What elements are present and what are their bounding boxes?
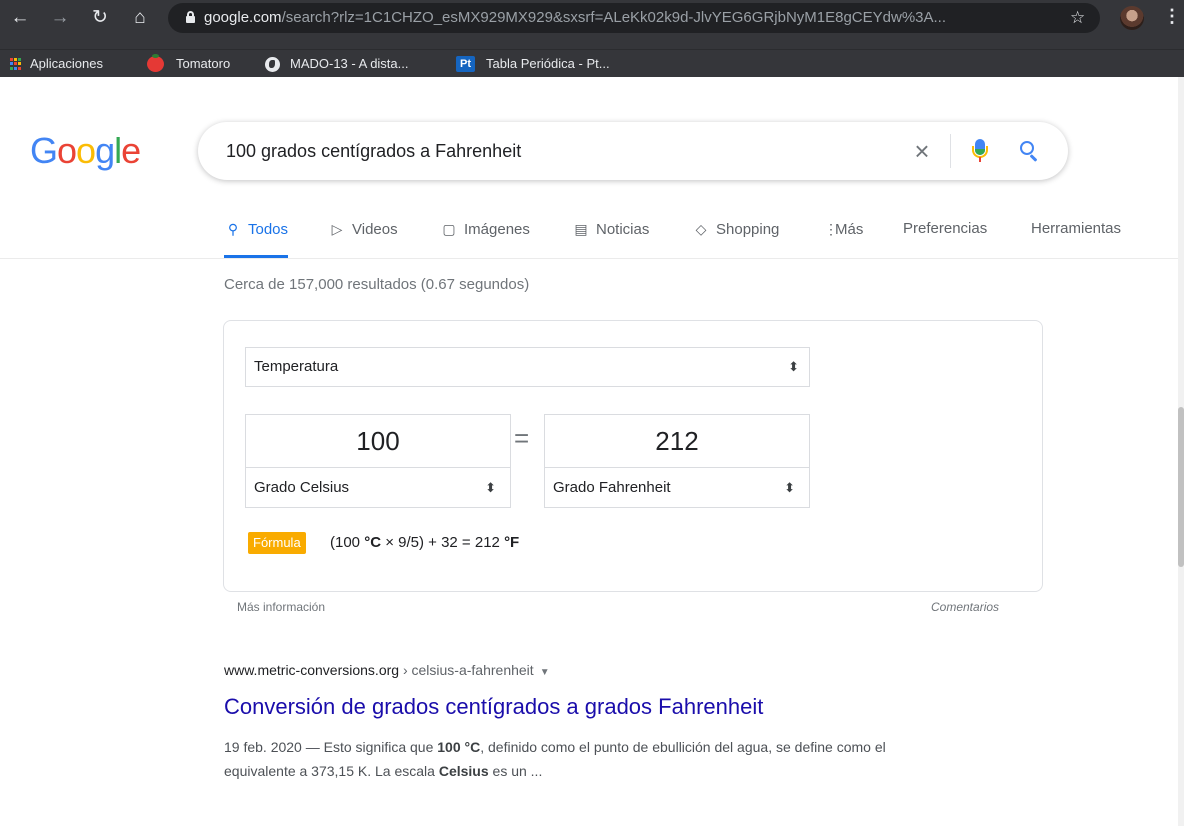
reload-icon[interactable]: ↻	[88, 6, 112, 30]
more-vertical-icon: ⋮	[824, 221, 838, 237]
url-text[interactable]: google.com/search?rlz=1C1CHZO_esMX929MX9…	[204, 3, 1064, 33]
select-arrows-icon: ⬍	[788, 359, 799, 374]
scrollbar-thumb[interactable]	[1178, 407, 1184, 567]
bookmark-star-icon[interactable]: ☆	[1070, 8, 1085, 28]
result-snippet: 19 feb. 2020 — Esto significa que 100 °C…	[224, 739, 886, 779]
search-divider	[950, 134, 951, 168]
cite-host: www.metric-conversions.org	[224, 662, 400, 678]
to-value-input[interactable]: 212	[545, 415, 809, 467]
feedback-link[interactable]: Comentarios	[931, 600, 999, 614]
more-info-link[interactable]: Más información	[237, 600, 325, 614]
category-select[interactable]: Temperatura ⬍	[245, 347, 810, 387]
bookmark-mado[interactable]: MADO-13 - A dista...	[290, 50, 409, 78]
globe-icon	[265, 57, 280, 72]
tab-shopping[interactable]: ◇ Shopping	[692, 212, 780, 258]
page-scrollbar[interactable]	[1178, 77, 1184, 826]
forward-arrow-icon[interactable]: →	[48, 6, 72, 30]
search-box: ×	[198, 122, 1068, 180]
home-icon[interactable]: ⌂	[128, 6, 152, 30]
equals-sign: =	[514, 423, 530, 453]
profile-avatar[interactable]	[1120, 6, 1144, 30]
url-path: /search?rlz=1C1CHZO_esMX929MX929&sxsrf=A…	[281, 9, 947, 26]
tab-videos[interactable]: ▷ Videos	[328, 212, 398, 258]
select-arrows-icon: ⬍	[784, 480, 795, 495]
address-bar[interactable]: google.com/search?rlz=1C1CHZO_esMX929MX9…	[168, 3, 1100, 33]
tab-imagenes[interactable]: ▢ Imágenes	[440, 212, 530, 258]
from-unit-box: 100 Grado Celsius ⬍	[245, 414, 511, 508]
close-icon[interactable]: ×	[908, 137, 936, 165]
search-icon[interactable]	[1018, 140, 1040, 162]
google-logo[interactable]: Google	[30, 130, 141, 172]
result-title-link[interactable]: Conversión de grados centígrados a grado…	[224, 694, 763, 720]
to-unit-box: 212 Grado Fahrenheit ⬍	[544, 414, 810, 508]
image-icon: ▢	[442, 221, 456, 237]
bookmark-tabla[interactable]: Tabla Periódica - Pt...	[486, 50, 610, 78]
select-arrows-icon: ⬍	[485, 480, 496, 495]
bookmark-tomatoro[interactable]: Tomatoro	[176, 50, 230, 78]
play-icon: ▷	[331, 221, 343, 237]
formula-badge: Fórmula	[248, 532, 306, 554]
tomato-icon	[147, 54, 164, 72]
pt-logo-icon: Pt	[456, 56, 475, 72]
browser-toolbar: ← → ↻ ⌂ google.com/search?rlz=1C1CHZO_es…	[0, 0, 1184, 49]
microphone-icon[interactable]	[970, 137, 990, 165]
tab-herramientas[interactable]: Herramientas	[1031, 212, 1121, 258]
tab-noticias[interactable]: ▤ Noticias	[572, 212, 649, 258]
from-unit-label: Grado Celsius	[254, 479, 350, 496]
unit-converter-card: Temperatura ⬍ 100 Grado Celsius ⬍ = 212 …	[223, 320, 1043, 592]
lock-icon[interactable]	[186, 11, 195, 23]
search-icon: ⚲	[227, 221, 239, 237]
cite-path: › celsius-a-fahrenheit	[399, 662, 534, 678]
from-unit-select[interactable]: Grado Celsius ⬍	[246, 467, 510, 507]
tab-preferencias[interactable]: Preferencias	[903, 212, 987, 258]
bookmark-apps[interactable]: Aplicaciones	[30, 50, 103, 78]
chevron-down-icon[interactable]: ▼	[540, 667, 550, 678]
to-unit-label: Grado Fahrenheit	[553, 479, 671, 496]
result-stats: Cerca de 157,000 resultados (0.67 segund…	[224, 276, 530, 293]
search-tabs: ⚲ Todos ▷ Videos ▢ Imágenes ▤ Noticias ◇ Shop…	[0, 212, 1184, 259]
news-icon: ▤	[574, 221, 588, 237]
tag-icon: ◇	[695, 221, 707, 237]
search-input[interactable]	[226, 122, 886, 180]
url-host: google.com	[204, 9, 282, 26]
from-value-input[interactable]: 100	[246, 415, 510, 467]
formula-text: (100 °C × 9/5) + 32 = 212 °F	[330, 534, 520, 551]
tab-todos[interactable]: ⚲ Todos	[224, 212, 289, 258]
bookmarks-bar: Aplicaciones Tomatoro MADO-13 - A dista.…	[0, 49, 1184, 77]
tab-mas[interactable]: ⋮Más	[824, 212, 863, 258]
to-unit-select[interactable]: Grado Fahrenheit ⬍	[545, 467, 809, 507]
menu-kebab-icon[interactable]: ⋮	[1163, 6, 1181, 27]
back-arrow-icon[interactable]: ←	[8, 6, 32, 30]
result-cite[interactable]: www.metric-conversions.org › celsius-a-f…	[224, 662, 550, 678]
apps-grid-icon[interactable]	[10, 58, 22, 70]
category-select-value: Temperatura	[254, 358, 339, 375]
